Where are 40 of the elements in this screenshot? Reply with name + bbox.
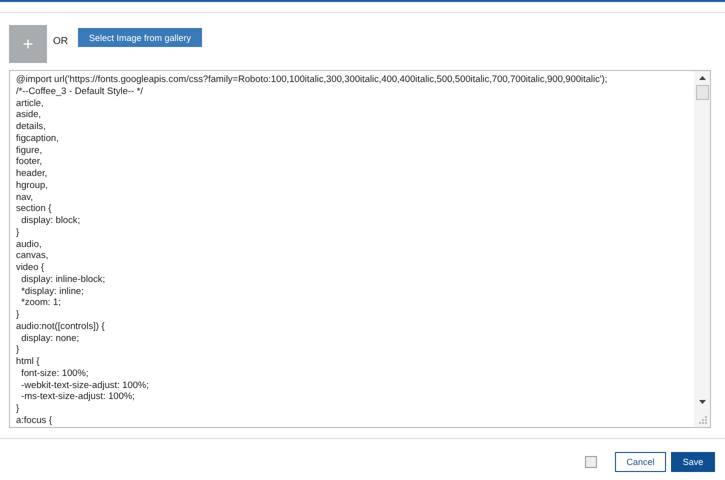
code-line: a:focus {	[16, 414, 53, 426]
code-line: html {	[16, 355, 40, 367]
code-line: section {	[16, 202, 52, 214]
code-line: }	[16, 343, 20, 355]
code-line: *zoom: 1;	[20, 296, 62, 308]
code-line: -webkit-text-size-adjust: 100%;	[20, 378, 150, 390]
code-line: aside,	[16, 108, 42, 120]
scroll-down-icon[interactable]	[698, 400, 706, 404]
code-line: }	[16, 308, 20, 320]
code-line: header,	[16, 167, 48, 179]
scroll-thumb[interactable]	[696, 85, 708, 100]
code-line: figcaption,	[16, 132, 60, 144]
code-line: /*--Coffee_3 - Default Style-- */	[16, 84, 144, 96]
code-line: -ms-text-size-adjust: 100%;	[20, 390, 136, 402]
resize-grip-icon[interactable]	[699, 416, 708, 425]
code-line: }	[16, 226, 20, 238]
code-line: figure,	[16, 144, 44, 156]
code-line: *display: inline;	[20, 284, 85, 296]
code-line: display: none;	[20, 332, 80, 344]
code-line: font-size: 100%;	[20, 366, 90, 378]
scrollbar[interactable]	[694, 71, 710, 427]
code-line: canvas,	[16, 249, 50, 261]
code-line: nav,	[16, 190, 34, 202]
code-line: article,	[16, 96, 45, 108]
cancel-button[interactable]: Cancel	[615, 452, 666, 472]
code-line: @import url('https://fonts.googleapis.com/css?family=Roboto:100,100italic,300,300italic,400,400italic,500,500italic,700,700italic,900,900italic');	[16, 73, 608, 85]
code-line: hgroup,	[16, 178, 49, 190]
code-line: display: inline-block;	[20, 272, 106, 284]
code-line: audio:not([controls]) {	[16, 320, 106, 332]
gallery-button[interactable]: Select Image from gallery	[78, 28, 202, 47]
code-line: audio,	[16, 238, 43, 250]
code-line: details,	[16, 120, 47, 132]
checkbox[interactable]	[585, 456, 597, 468]
or-label: OR	[53, 36, 68, 47]
code-line: footer,	[16, 155, 44, 167]
save-button[interactable]: Save	[671, 452, 715, 472]
code-line: }	[16, 402, 20, 414]
code-line: display: block;	[20, 214, 82, 226]
scroll-up-icon[interactable]	[698, 76, 706, 80]
code-line: video {	[16, 261, 46, 273]
